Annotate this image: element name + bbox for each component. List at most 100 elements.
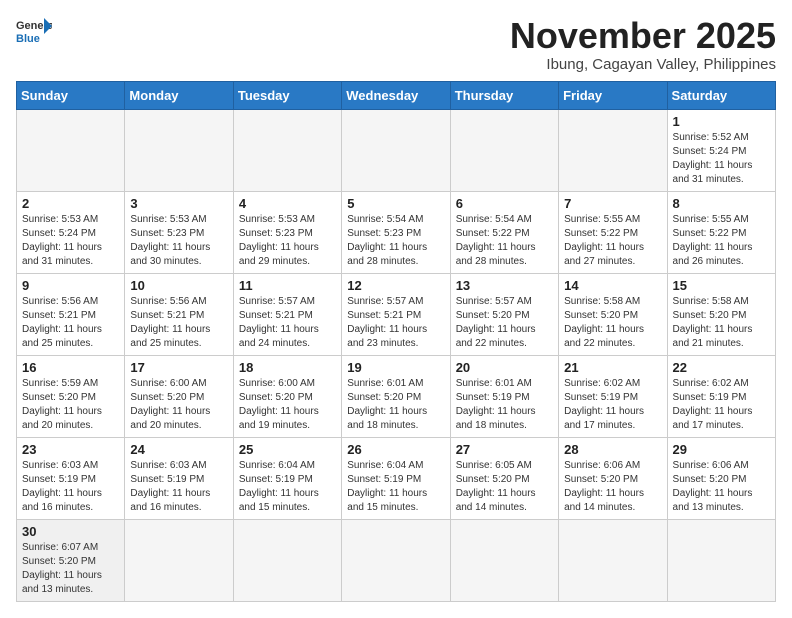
day-number: 22 <box>673 360 770 375</box>
calendar-cell <box>342 109 450 191</box>
day-number: 27 <box>456 442 553 457</box>
calendar-cell: 6Sunrise: 5:54 AM Sunset: 5:22 PM Daylig… <box>450 191 558 273</box>
calendar-cell <box>450 109 558 191</box>
day-number: 29 <box>673 442 770 457</box>
calendar-cell: 7 Sunrise: 5:55 AM Sunset: 5:22 PM Daylig… <box>559 191 667 273</box>
calendar-header-row: SundayMondayTuesdayWednesdayThursdayFrid… <box>17 81 776 109</box>
day-info: Sunrise: 6:01 AM Sunset: 5:19 PM Dayligh… <box>456 377 553 433</box>
calendar-cell: 28 Sunrise: 6:06 AM Sunset: 5:20 PM Dayli… <box>559 437 667 519</box>
calendar-cell: 9 Sunrise: 5:56 AM Sunset: 5:21 PM Daylig… <box>17 273 125 355</box>
day-info: Sunrise: 5:57 AM Sunset: 5:21 PM Dayligh… <box>347 295 444 351</box>
day-number: 7 <box>564 196 661 211</box>
calendar-cell: 19Sunrise: 6:01 AM Sunset: 5:20 PM Dayli… <box>342 355 450 437</box>
svg-text:Blue: Blue <box>16 33 40 44</box>
day-info: Sunrise: 5:58 AM Sunset: 5:20 PM Dayligh… <box>564 295 661 351</box>
calendar-cell <box>17 109 125 191</box>
day-number: 24 <box>130 442 227 457</box>
calendar-cell: 16Sunrise: 5:59 AM Sunset: 5:20 PM Dayli… <box>17 355 125 437</box>
calendar-cell: 1 Sunrise: 5:52 AM Sunset: 5:24 PM Daylig… <box>667 109 775 191</box>
calendar-cell: 29 Sunrise: 6:06 AM Sunset: 5:20 PM Dayli… <box>667 437 775 519</box>
day-number: 17 <box>130 360 227 375</box>
calendar-cell: 25 Sunrise: 6:04 AM Sunset: 5:19 PM Dayli… <box>233 437 341 519</box>
day-info: Sunrise: 5:53 AM Sunset: 5:23 PM Dayligh… <box>130 213 227 269</box>
day-number: 9 <box>22 278 119 293</box>
day-info: Sunrise: 5:54 AM Sunset: 5:22 PM Dayligh… <box>456 213 553 269</box>
day-number: 1 <box>673 114 770 129</box>
calendar-cell: 12 Sunrise: 5:57 AM Sunset: 5:21 PM Dayli… <box>342 273 450 355</box>
calendar-cell <box>450 519 558 601</box>
logo: General Blue <box>16 16 52 44</box>
day-number: 4 <box>239 196 336 211</box>
day-number: 10 <box>130 278 227 293</box>
column-header-sunday: Sunday <box>17 81 125 109</box>
calendar-week-row: 1 Sunrise: 5:52 AM Sunset: 5:24 PM Daylig… <box>17 109 776 191</box>
calendar-cell: 22Sunrise: 6:02 AM Sunset: 5:19 PM Dayli… <box>667 355 775 437</box>
calendar-cell: 5 Sunrise: 5:54 AM Sunset: 5:23 PM Daylig… <box>342 191 450 273</box>
day-info: Sunrise: 6:04 AM Sunset: 5:19 PM Dayligh… <box>347 459 444 515</box>
calendar-cell: 8 Sunrise: 5:55 AM Sunset: 5:22 PM Daylig… <box>667 191 775 273</box>
day-info: Sunrise: 5:58 AM Sunset: 5:20 PM Dayligh… <box>673 295 770 351</box>
day-number: 26 <box>347 442 444 457</box>
day-number: 23 <box>22 442 119 457</box>
day-number: 5 <box>347 196 444 211</box>
calendar-cell: 17 Sunrise: 6:00 AM Sunset: 5:20 PM Dayli… <box>125 355 233 437</box>
calendar-cell <box>559 519 667 601</box>
day-number: 2 <box>22 196 119 211</box>
day-number: 21 <box>564 360 661 375</box>
calendar-cell: 15 Sunrise: 5:58 AM Sunset: 5:20 PM Dayli… <box>667 273 775 355</box>
calendar-cell <box>342 519 450 601</box>
column-header-thursday: Thursday <box>450 81 558 109</box>
calendar-cell: 3Sunrise: 5:53 AM Sunset: 5:23 PM Daylig… <box>125 191 233 273</box>
calendar-week-row: 2 Sunrise: 5:53 AM Sunset: 5:24 PM Daylig… <box>17 191 776 273</box>
page-header: General Blue November 2025 Ibung, Cagaya… <box>16 16 776 73</box>
column-header-tuesday: Tuesday <box>233 81 341 109</box>
day-info: Sunrise: 5:54 AM Sunset: 5:23 PM Dayligh… <box>347 213 444 269</box>
day-info: Sunrise: 5:56 AM Sunset: 5:21 PM Dayligh… <box>22 295 119 351</box>
day-info: Sunrise: 6:06 AM Sunset: 5:20 PM Dayligh… <box>564 459 661 515</box>
column-header-friday: Friday <box>559 81 667 109</box>
calendar-cell: 27 Sunrise: 6:05 AM Sunset: 5:20 PM Dayli… <box>450 437 558 519</box>
day-info: Sunrise: 5:55 AM Sunset: 5:22 PM Dayligh… <box>564 213 661 269</box>
calendar-cell: 23 Sunrise: 6:03 AM Sunset: 5:19 PM Dayli… <box>17 437 125 519</box>
column-header-monday: Monday <box>125 81 233 109</box>
calendar-cell <box>233 109 341 191</box>
day-info: Sunrise: 6:06 AM Sunset: 5:20 PM Dayligh… <box>673 459 770 515</box>
day-info: Sunrise: 6:07 AM Sunset: 5:20 PM Dayligh… <box>22 541 119 597</box>
calendar-cell: 21Sunrise: 6:02 AM Sunset: 5:19 PM Dayli… <box>559 355 667 437</box>
calendar-cell <box>125 519 233 601</box>
day-number: 12 <box>347 278 444 293</box>
day-info: Sunrise: 5:53 AM Sunset: 5:24 PM Dayligh… <box>22 213 119 269</box>
day-info: Sunrise: 5:57 AM Sunset: 5:20 PM Dayligh… <box>456 295 553 351</box>
day-info: Sunrise: 6:04 AM Sunset: 5:19 PM Dayligh… <box>239 459 336 515</box>
day-number: 20 <box>456 360 553 375</box>
day-number: 11 <box>239 278 336 293</box>
day-info: Sunrise: 6:00 AM Sunset: 5:20 PM Dayligh… <box>239 377 336 433</box>
column-header-saturday: Saturday <box>667 81 775 109</box>
calendar-cell <box>559 109 667 191</box>
calendar-cell: 13Sunrise: 5:57 AM Sunset: 5:20 PM Dayli… <box>450 273 558 355</box>
day-info: Sunrise: 6:05 AM Sunset: 5:20 PM Dayligh… <box>456 459 553 515</box>
day-info: Sunrise: 5:52 AM Sunset: 5:24 PM Dayligh… <box>673 131 770 187</box>
calendar-week-row: 9 Sunrise: 5:56 AM Sunset: 5:21 PM Daylig… <box>17 273 776 355</box>
calendar-cell: 11Sunrise: 5:57 AM Sunset: 5:21 PM Dayli… <box>233 273 341 355</box>
day-number: 8 <box>673 196 770 211</box>
day-info: Sunrise: 6:00 AM Sunset: 5:20 PM Dayligh… <box>130 377 227 433</box>
day-info: Sunrise: 6:03 AM Sunset: 5:19 PM Dayligh… <box>22 459 119 515</box>
calendar-cell: 14 Sunrise: 5:58 AM Sunset: 5:20 PM Dayli… <box>559 273 667 355</box>
day-info: Sunrise: 6:03 AM Sunset: 5:19 PM Dayligh… <box>130 459 227 515</box>
day-number: 14 <box>564 278 661 293</box>
day-number: 25 <box>239 442 336 457</box>
day-info: Sunrise: 5:55 AM Sunset: 5:22 PM Dayligh… <box>673 213 770 269</box>
calendar-cell <box>667 519 775 601</box>
title-section: November 2025 Ibung, Cagayan Valley, Phi… <box>510 16 776 73</box>
calendar-cell: 2 Sunrise: 5:53 AM Sunset: 5:24 PM Daylig… <box>17 191 125 273</box>
location: Ibung, Cagayan Valley, Philippines <box>510 56 776 73</box>
column-header-wednesday: Wednesday <box>342 81 450 109</box>
calendar-cell: 26 Sunrise: 6:04 AM Sunset: 5:19 PM Dayli… <box>342 437 450 519</box>
day-number: 28 <box>564 442 661 457</box>
day-number: 19 <box>347 360 444 375</box>
day-info: Sunrise: 5:56 AM Sunset: 5:21 PM Dayligh… <box>130 295 227 351</box>
calendar-cell: 30Sunrise: 6:07 AM Sunset: 5:20 PM Dayli… <box>17 519 125 601</box>
day-number: 15 <box>673 278 770 293</box>
calendar-cell: 4Sunrise: 5:53 AM Sunset: 5:23 PM Daylig… <box>233 191 341 273</box>
